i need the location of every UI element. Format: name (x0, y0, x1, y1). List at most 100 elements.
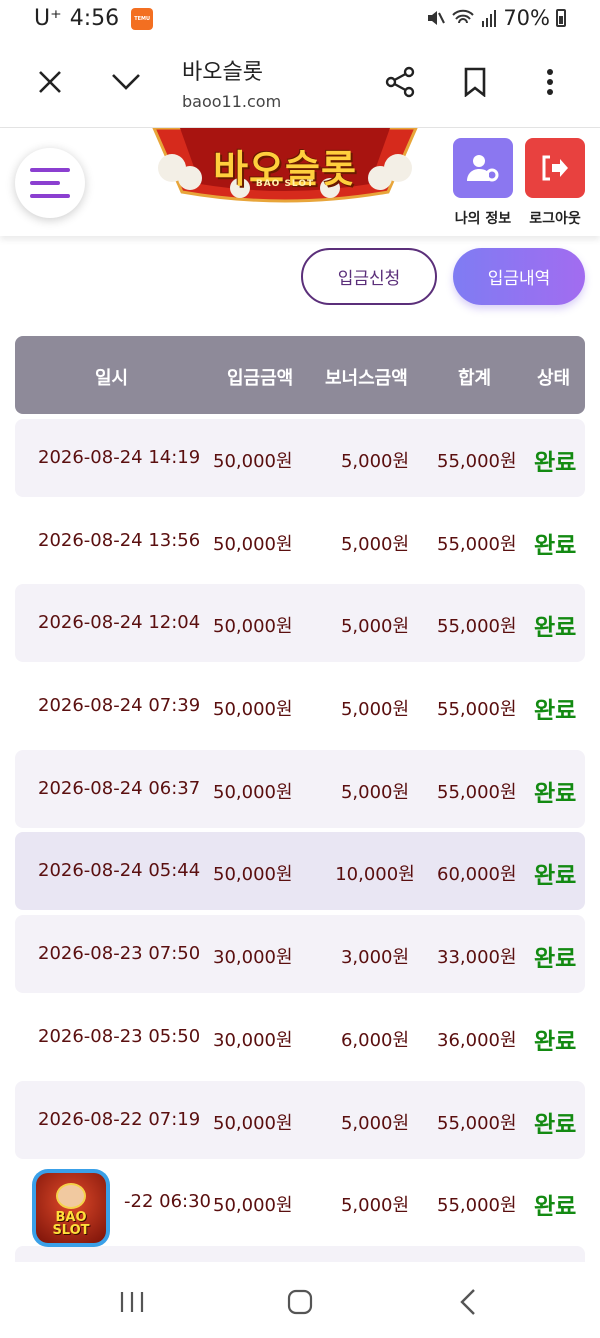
close-tab-button[interactable] (28, 60, 72, 104)
table-row: 2026-08-23 07:50 30,000원 3,000원 33,000원 … (15, 915, 585, 994)
more-options-button[interactable] (528, 60, 572, 104)
my-info-button[interactable] (453, 138, 513, 198)
home-button[interactable] (280, 1282, 320, 1322)
header-bonus-amount: 보너스금액 (325, 368, 408, 389)
recent-apps-icon (120, 1292, 144, 1312)
floating-app-button[interactable]: BAO SLOT (32, 1169, 110, 1247)
mascot-icon (56, 1183, 86, 1209)
table-row: 2026-08-24 12:04 50,000원 5,000원 55,000원 … (15, 584, 585, 663)
cell-status: 완료 (534, 1111, 577, 1138)
cell-total: 33,000원 (437, 947, 517, 969)
cell-status: 완료 (534, 698, 577, 725)
bookmark-icon (464, 67, 486, 97)
home-icon (287, 1289, 313, 1315)
cell-bonus: 5,000원 (340, 781, 410, 803)
table-row (15, 1245, 585, 1262)
table-row: 2026-08-23 05:50 30,000원 6,000원 36,000원 … (15, 998, 585, 1076)
battery-percent: 70% (503, 6, 550, 30)
battery-icon (556, 9, 566, 27)
cell-bonus: 5,000원 (340, 699, 410, 721)
chevron-down-icon (112, 74, 140, 90)
cell-total: 55,000원 (437, 616, 517, 638)
cell-total: 55,000원 (437, 1112, 517, 1134)
cell-date: 2026-08-24 07:39 (38, 695, 201, 717)
page-title: 바오슬롯 (182, 60, 263, 85)
status-left: U⁺ 4:56 TEMU (34, 6, 154, 31)
cell-deposit: 50,000원 (213, 533, 293, 555)
bookmark-button[interactable] (453, 60, 497, 104)
header-status: 상태 (537, 368, 571, 389)
cell-bonus: 5,000원 (340, 451, 410, 472)
deposit-history-page: 입금신청 입금내역 일시 입금금액 보너스금액 합계 상태 2026-08-24… (0, 236, 600, 1262)
cell-date: -22 06:30 (124, 1191, 211, 1213)
cell-bonus: 5,000원 (340, 616, 410, 638)
cell-status: 완료 (534, 863, 577, 890)
cell-total: 55,000원 (437, 1195, 517, 1217)
hamburger-menu-button[interactable] (15, 148, 85, 218)
my-info-label[interactable]: 나의 정보 (448, 208, 518, 228)
cell-total: 55,000원 (437, 699, 517, 721)
cell-date: 2026-08-24 14:19 (38, 447, 201, 468)
site-logo[interactable]: 바오슬롯 BAO SLOT (150, 128, 420, 204)
table-row: 2026-08-24 07:39 50,000원 5,000원 55,000원 … (15, 667, 585, 745)
cell-date: 2026-08-24 13:56 (38, 529, 201, 551)
page-url[interactable]: baoo11.com (182, 92, 281, 111)
cell-total: 60,000원 (437, 864, 517, 886)
deposit-table-body: 2026-08-24 14:19 50,000원 5,000원 55,000원 … (15, 419, 585, 1262)
cell-bonus: 6,000원 (340, 1029, 410, 1051)
cell-bonus: 3,000원 (340, 947, 410, 969)
table-row: 2026-08-24 14:19 50,000원 5,000원 55,000원 … (15, 419, 585, 497)
cell-deposit: 50,000원 (213, 864, 293, 886)
cell-bonus: 10,000원 (335, 864, 415, 886)
site-header: 바오슬롯 BAO SLOT 나의 정보 로그아웃 (0, 128, 600, 236)
logout-button[interactable] (525, 138, 585, 198)
clock: 4:56 (69, 6, 120, 31)
cell-date: 2026-08-23 05:50 (38, 1025, 201, 1047)
cell-date: 2026-08-22 07:19 (38, 1108, 201, 1130)
cell-date: 2026-08-23 07:50 (38, 943, 201, 965)
cell-status: 완료 (534, 615, 577, 642)
table-row: 2026-08-24 06:37 50,000원 5,000원 55,000원 … (15, 749, 585, 828)
signal-icon (482, 10, 497, 27)
minimize-button[interactable] (104, 60, 148, 104)
deposit-history-tab[interactable]: 입금내역 (453, 248, 585, 305)
cell-status: 완료 (534, 450, 577, 476)
more-vert-icon (547, 69, 553, 95)
floating-logo-image: BAO SLOT (36, 1173, 106, 1243)
back-button[interactable] (448, 1282, 488, 1322)
close-icon (39, 71, 61, 93)
mute-icon (428, 11, 446, 25)
wifi-icon (452, 9, 475, 24)
hamburger-icon (30, 168, 70, 198)
header-deposit-amount: 입금금액 (227, 368, 294, 389)
cell-bonus: 5,000원 (340, 533, 410, 555)
cell-deposit: 50,000원 (213, 616, 293, 638)
browser-toolbar: 바오슬롯 baoo11.com (0, 40, 600, 128)
user-settings-icon (467, 155, 499, 182)
table-header: 일시 입금금액 보너스금액 합계 상태 (15, 336, 585, 414)
status-bar: U⁺ 4:56 TEMU 70% (0, 0, 600, 40)
cell-status: 완료 (534, 1194, 577, 1221)
cell-date: 2026-08-24 05:44 (38, 860, 201, 882)
floating-logo-text: BAO SLOT (52, 1210, 90, 1238)
cell-total: 36,000원 (437, 1029, 517, 1051)
cell-date: 2026-08-24 06:37 (38, 777, 201, 799)
deposit-request-button[interactable]: 입금신청 (301, 248, 437, 305)
cell-deposit: 50,000원 (213, 1195, 293, 1217)
header-total: 합계 (458, 368, 492, 389)
table-row: 2026-08-24 13:56 50,000원 5,000원 55,000원 … (15, 502, 585, 580)
cell-bonus: 5,000원 (340, 1195, 410, 1217)
cell-deposit: 50,000원 (213, 781, 293, 803)
cell-deposit: 50,000원 (213, 451, 293, 472)
status-right: 70% (425, 6, 566, 30)
cell-deposit: 30,000원 (213, 1029, 293, 1051)
logout-label[interactable]: 로그아웃 (520, 208, 590, 228)
cell-deposit: 30,000원 (213, 947, 293, 969)
logout-icon (542, 155, 568, 181)
logo-subtext: BAO SLOT (255, 179, 315, 189)
carrier-label: U⁺ (34, 6, 62, 31)
share-button[interactable] (378, 60, 422, 104)
header-date: 일시 (95, 368, 129, 389)
recent-apps-button[interactable] (112, 1282, 152, 1322)
cell-status: 완료 (534, 780, 577, 807)
